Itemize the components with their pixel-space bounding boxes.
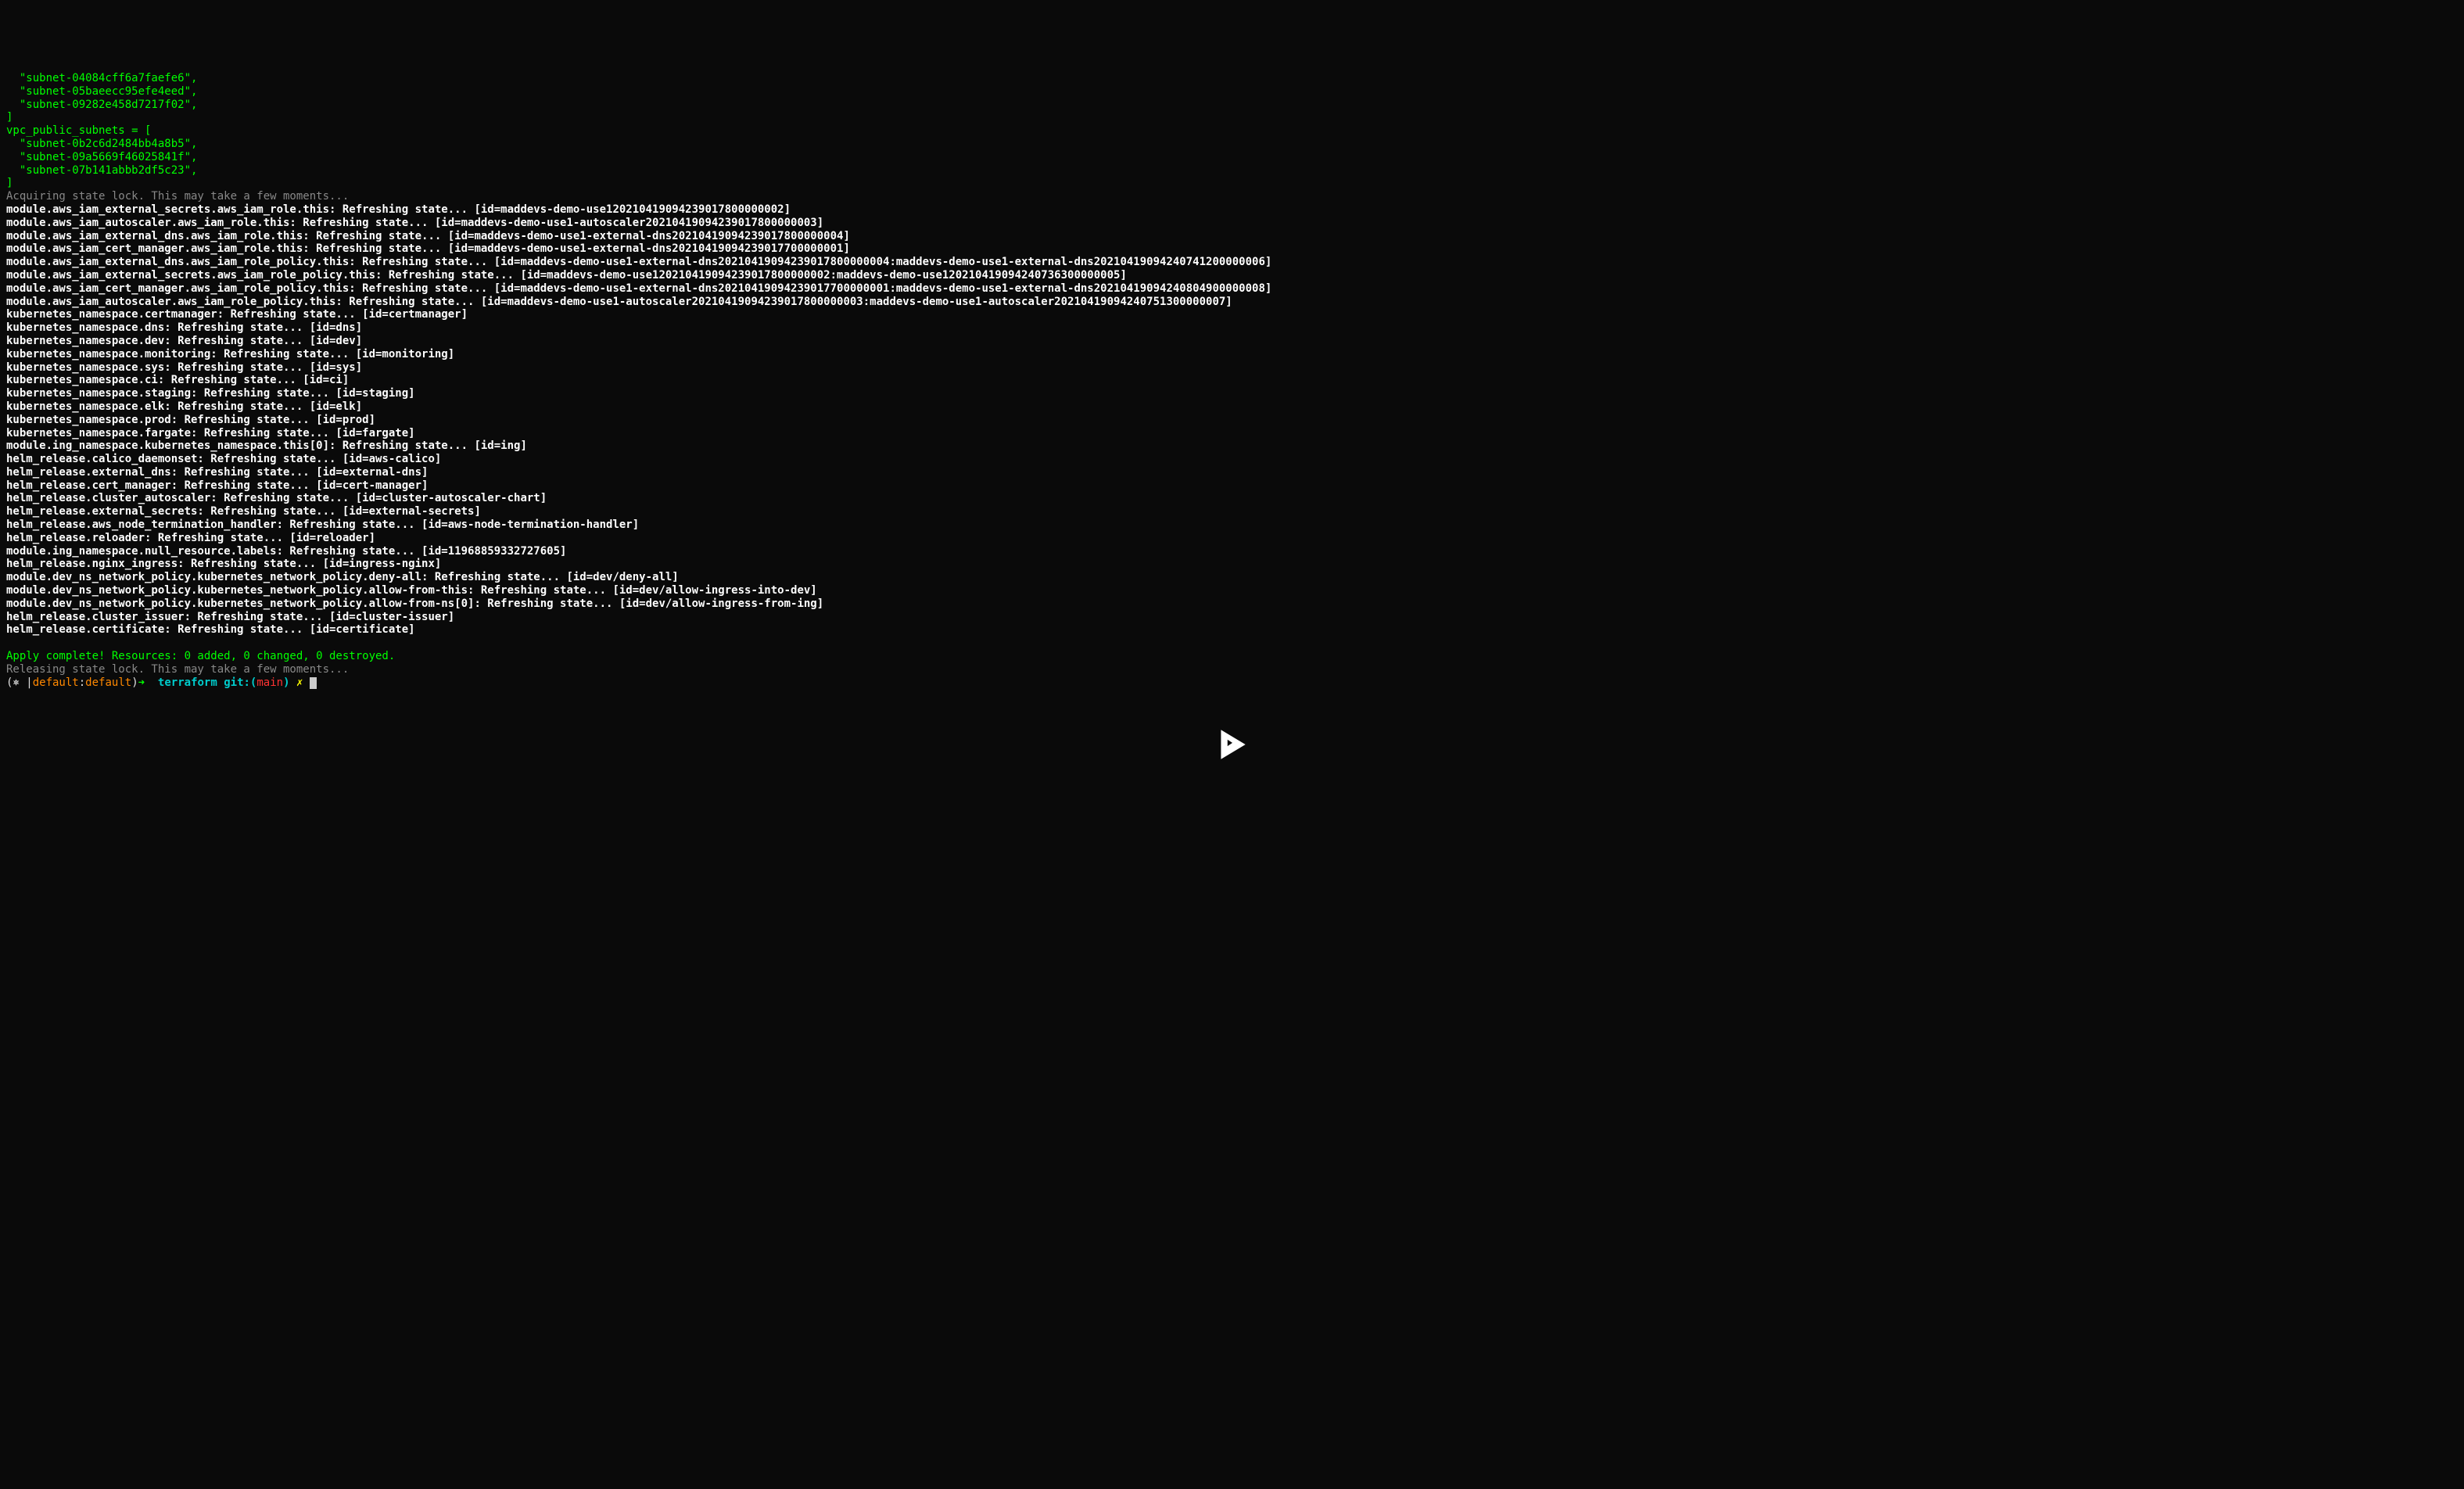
refresh-state-line: helm_release.cluster_autoscaler: Refresh… bbox=[6, 492, 547, 504]
prompt-directory: terraform bbox=[158, 676, 217, 689]
output-line: "subnet-05baeecc95efe4eed", bbox=[6, 85, 197, 98]
refresh-state-line: module.dev_ns_network_policy.kubernetes_… bbox=[6, 597, 823, 610]
git-prefix: git:( bbox=[224, 676, 256, 689]
output-line: "subnet-0b2c6d2484bb4a8b5", bbox=[6, 138, 197, 150]
refresh-state-line: module.aws_iam_external_dns.aws_iam_role… bbox=[6, 256, 1271, 268]
refresh-state-line: helm_release.reloader: Refreshing state.… bbox=[6, 532, 375, 544]
refresh-state-line: helm_release.nginx_ingress: Refreshing s… bbox=[6, 558, 441, 570]
refresh-state-line: helm_release.cluster_issuer: Refreshing … bbox=[6, 611, 454, 623]
refresh-state-line: kubernetes_namespace.prod: Refreshing st… bbox=[6, 414, 375, 426]
output-line: vpc_public_subnets = [ bbox=[6, 124, 151, 137]
kube-context-colon: : bbox=[79, 676, 85, 689]
refresh-state-line: module.aws_iam_external_dns.aws_iam_role… bbox=[6, 230, 850, 242]
git-dirty-icon: ✗ bbox=[296, 676, 303, 689]
refresh-state-line: kubernetes_namespace.elk: Refreshing sta… bbox=[6, 400, 362, 413]
refresh-state-line: helm_release.calico_daemonset: Refreshin… bbox=[6, 453, 441, 465]
refresh-state-line: module.aws_iam_external_secrets.aws_iam_… bbox=[6, 269, 1127, 282]
output-line: "subnet-09282e458d7217f02", bbox=[6, 99, 197, 111]
play-button[interactable] bbox=[1209, 721, 1256, 768]
kube-context-close: ) bbox=[131, 676, 138, 689]
refresh-state-line: module.aws_iam_external_secrets.aws_iam_… bbox=[6, 203, 791, 216]
git-branch: main bbox=[256, 676, 283, 689]
refresh-state-line: module.aws_iam_cert_manager.aws_iam_role… bbox=[6, 282, 1271, 295]
git-suffix: ) bbox=[283, 676, 289, 689]
refresh-state-line: helm_release.aws_node_termination_handle… bbox=[6, 518, 639, 531]
output-line: ] bbox=[6, 111, 13, 124]
output-line: "subnet-04084cff6a7faefe6", bbox=[6, 72, 197, 84]
refresh-state-line: module.dev_ns_network_policy.kubernetes_… bbox=[6, 584, 817, 597]
refresh-state-line: kubernetes_namespace.dns: Refreshing sta… bbox=[6, 321, 362, 334]
cursor-icon bbox=[310, 677, 317, 689]
state-lock-msg: Acquiring state lock. This may take a fe… bbox=[6, 190, 349, 203]
refresh-state-line: kubernetes_namespace.monitoring: Refresh… bbox=[6, 348, 454, 361]
output-line: "subnet-07b141abbb2df5c23", bbox=[6, 164, 197, 177]
prompt-arrow-icon: ➜ bbox=[138, 676, 145, 689]
refresh-state-line: kubernetes_namespace.staging: Refreshing… bbox=[6, 387, 415, 400]
kube-context-ns: default bbox=[33, 676, 79, 689]
refresh-state-line: module.aws_iam_autoscaler.aws_iam_role_p… bbox=[6, 296, 1232, 308]
refresh-state-line: module.aws_iam_autoscaler.aws_iam_role.t… bbox=[6, 217, 823, 229]
refresh-state-line: helm_release.external_secrets: Refreshin… bbox=[6, 505, 481, 518]
refresh-state-line: module.dev_ns_network_policy.kubernetes_… bbox=[6, 571, 679, 583]
prompt-line[interactable]: (⎈ |default:default)➜ terraform git:(mai… bbox=[6, 676, 317, 689]
terminal-output: "subnet-04084cff6a7faefe6", "subnet-05ba… bbox=[6, 59, 2458, 689]
release-lock-msg: Releasing state lock. This may take a fe… bbox=[6, 663, 349, 676]
refresh-state-line: kubernetes_namespace.dev: Refreshing sta… bbox=[6, 335, 362, 347]
output-line: "subnet-09a5669f46025841f", bbox=[6, 151, 197, 163]
refresh-state-line: kubernetes_namespace.fargate: Refreshing… bbox=[6, 427, 415, 440]
play-icon bbox=[1213, 725, 1252, 764]
kube-context-cluster: default bbox=[85, 676, 131, 689]
refresh-state-line: kubernetes_namespace.certmanager: Refres… bbox=[6, 308, 468, 321]
refresh-state-line: kubernetes_namespace.ci: Refreshing stat… bbox=[6, 374, 349, 386]
refresh-state-line: module.ing_namespace.null_resource.label… bbox=[6, 545, 566, 558]
apply-complete-msg: Apply complete! Resources: 0 added, 0 ch… bbox=[6, 650, 395, 662]
refresh-state-line: module.ing_namespace.kubernetes_namespac… bbox=[6, 440, 527, 452]
refresh-state-line: kubernetes_namespace.sys: Refreshing sta… bbox=[6, 361, 362, 374]
refresh-state-line: helm_release.cert_manager: Refreshing st… bbox=[6, 479, 428, 492]
refresh-state-block: module.aws_iam_external_secrets.aws_iam_… bbox=[6, 203, 2458, 650]
refresh-state-line: module.aws_iam_cert_manager.aws_iam_role… bbox=[6, 242, 850, 255]
kube-context-open: (⎈ | bbox=[6, 676, 33, 689]
output-line: ] bbox=[6, 177, 13, 189]
refresh-state-line: helm_release.certificate: Refreshing sta… bbox=[6, 623, 415, 636]
refresh-state-line: helm_release.external_dns: Refreshing st… bbox=[6, 466, 428, 479]
